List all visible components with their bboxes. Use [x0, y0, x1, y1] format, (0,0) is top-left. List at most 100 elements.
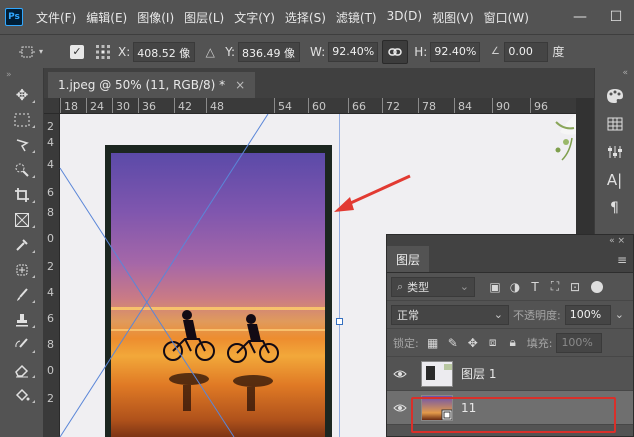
transform-tool-icon	[19, 46, 35, 57]
stamp-icon	[16, 313, 28, 326]
sliders-icon	[607, 146, 622, 158]
grid-icon	[607, 117, 622, 131]
angle-input[interactable]: 0.00	[504, 41, 549, 62]
clone-stamp-tool-icon[interactable]	[0, 307, 44, 332]
brush-icon	[17, 287, 28, 301]
ruler-label: 6	[47, 312, 54, 325]
height-input[interactable]: 92.40%	[430, 41, 481, 62]
adjustments-icon[interactable]	[595, 138, 634, 166]
quick-selection-tool-icon[interactable]	[0, 157, 44, 182]
healing-brush-icon	[16, 264, 28, 275]
move-transform-icon[interactable]	[18, 43, 36, 61]
menu-image[interactable]: 图像(I)	[132, 9, 179, 26]
frame-tool-icon[interactable]	[0, 207, 44, 232]
delta-icon: △	[205, 44, 215, 59]
reference-point-grid-icon[interactable]	[94, 43, 112, 61]
blend-mode-select[interactable]: 正常 ⌄	[391, 304, 509, 325]
red-arrow-annotation	[334, 174, 411, 212]
filter-toggle[interactable]	[591, 280, 603, 293]
layer-thumbnail	[421, 360, 453, 387]
ruler-label: 84	[458, 100, 472, 113]
menu-type[interactable]: 文字(Y)	[229, 9, 280, 26]
minimize-button[interactable]: —	[562, 0, 598, 34]
filter-pixel-icon[interactable]: ▣	[485, 277, 505, 297]
lock-all-icon[interactable]: 🔒︎	[503, 333, 523, 353]
paragraph-panel-icon[interactable]: ¶	[595, 194, 634, 222]
menu-window[interactable]: 窗口(W)	[479, 9, 534, 26]
opacity-value: 100%	[569, 308, 602, 321]
layer-filter-select[interactable]: ⌕ 类型 ⌄	[391, 276, 475, 297]
filter-shape-icon[interactable]: ⛶	[545, 277, 565, 297]
x-position-input[interactable]: 408.52 像	[133, 41, 196, 62]
menu-3d[interactable]: 3D(D)	[382, 9, 427, 26]
color-palette-icon[interactable]	[595, 82, 634, 110]
crop-tool-icon[interactable]	[0, 182, 44, 207]
sunset-photo[interactable]	[111, 153, 325, 437]
y-position-input[interactable]: 836.49 像	[238, 41, 301, 62]
character-panel-icon[interactable]: A|	[595, 166, 634, 194]
marquee-tool-icon[interactable]	[0, 107, 44, 132]
healing-brush-tool-icon[interactable]	[0, 257, 44, 282]
filter-adjustment-icon[interactable]: ◑	[505, 277, 525, 297]
transform-handle[interactable]	[336, 318, 343, 325]
filter-smart-object-icon[interactable]: ⊡	[565, 277, 585, 297]
panel-collapse-icon[interactable]: »	[0, 68, 43, 82]
ruler-label: 0	[47, 232, 54, 245]
menu-layer[interactable]: 图层(L)	[179, 9, 229, 26]
ruler-label: 36	[142, 100, 156, 113]
width-input[interactable]: 92.40%	[328, 41, 379, 62]
layer-filter-label: 类型	[407, 280, 430, 294]
layer-row[interactable]: 图层 1	[387, 357, 633, 391]
menu-filter[interactable]: 滤镜(T)	[331, 9, 382, 26]
eraser-icon	[15, 364, 29, 377]
document-tab[interactable]: 1.jpeg @ 50% (11, RGB/8) * ×	[48, 72, 256, 98]
eraser-tool-icon[interactable]	[0, 357, 44, 382]
paint-bucket-tool-icon[interactable]	[0, 382, 44, 407]
visibility-eye-icon	[393, 404, 407, 411]
w-label: W:	[310, 44, 326, 59]
grid-dots-icon	[96, 44, 110, 59]
lock-transparent-icon[interactable]: ▦	[423, 333, 443, 353]
menu-select[interactable]: 选择(S)	[280, 9, 331, 26]
close-tab-icon[interactable]: ×	[235, 78, 245, 92]
ruler-label: 2	[47, 260, 54, 273]
options-bar: ▾ ✓ X: 408.52 像 △ Y: 836.49 像 W: 92.40% …	[0, 34, 634, 68]
chevron-down-icon[interactable]: ▾	[36, 43, 46, 61]
ruler-label: 30	[116, 100, 130, 113]
table-grid-icon[interactable]	[595, 110, 634, 138]
lock-position-icon[interactable]: ✥	[463, 333, 483, 353]
cyclists-silhouette	[111, 307, 325, 411]
collapse-panels-icon[interactable]: «	[595, 68, 634, 82]
menu-view[interactable]: 视图(V)	[427, 9, 479, 26]
filter-type-icon[interactable]: T	[525, 277, 545, 297]
lock-artboard-icon[interactable]: ⧈	[483, 333, 503, 353]
ruler-label: 2	[47, 120, 54, 133]
flower-decoration	[555, 114, 576, 161]
opacity-input[interactable]: 100%	[564, 304, 611, 325]
link-aspect-button[interactable]	[382, 39, 409, 64]
quick-select-icon	[15, 163, 29, 177]
tab-layers[interactable]: 图层	[387, 246, 430, 272]
history-brush-tool-icon[interactable]	[0, 332, 44, 357]
ruler-label: 0	[47, 364, 54, 377]
brush-tool-icon[interactable]	[0, 282, 44, 307]
menu-edit[interactable]: 编辑(E)	[81, 9, 132, 26]
eyedropper-tool-icon[interactable]	[0, 232, 44, 257]
collapse-icon[interactable]: «	[609, 236, 615, 246]
panel-menu-icon[interactable]: ≡	[617, 253, 627, 267]
lock-image-icon[interactable]: ✎	[443, 333, 463, 353]
eye-icon[interactable]	[387, 403, 413, 413]
maximize-button[interactable]: ☐	[598, 0, 634, 34]
vertical-ruler: 2 4 4 6 8 0 2 4 6 8 0 2	[44, 114, 60, 437]
palette-icon	[606, 89, 623, 103]
reference-point-checkbox[interactable]: ✓	[70, 44, 84, 59]
eye-icon[interactable]	[387, 369, 413, 379]
chevron-down-icon[interactable]: ⌄	[615, 308, 624, 321]
menu-file[interactable]: 文件(F)	[31, 9, 81, 26]
close-icon[interactable]: ×	[617, 236, 625, 246]
ruler-label: 4	[47, 136, 54, 149]
lasso-tool-icon[interactable]	[0, 132, 44, 157]
move-tool-icon[interactable]: ✥	[0, 82, 44, 107]
fill-input[interactable]: 100%	[556, 332, 603, 353]
crop-icon	[15, 187, 29, 202]
